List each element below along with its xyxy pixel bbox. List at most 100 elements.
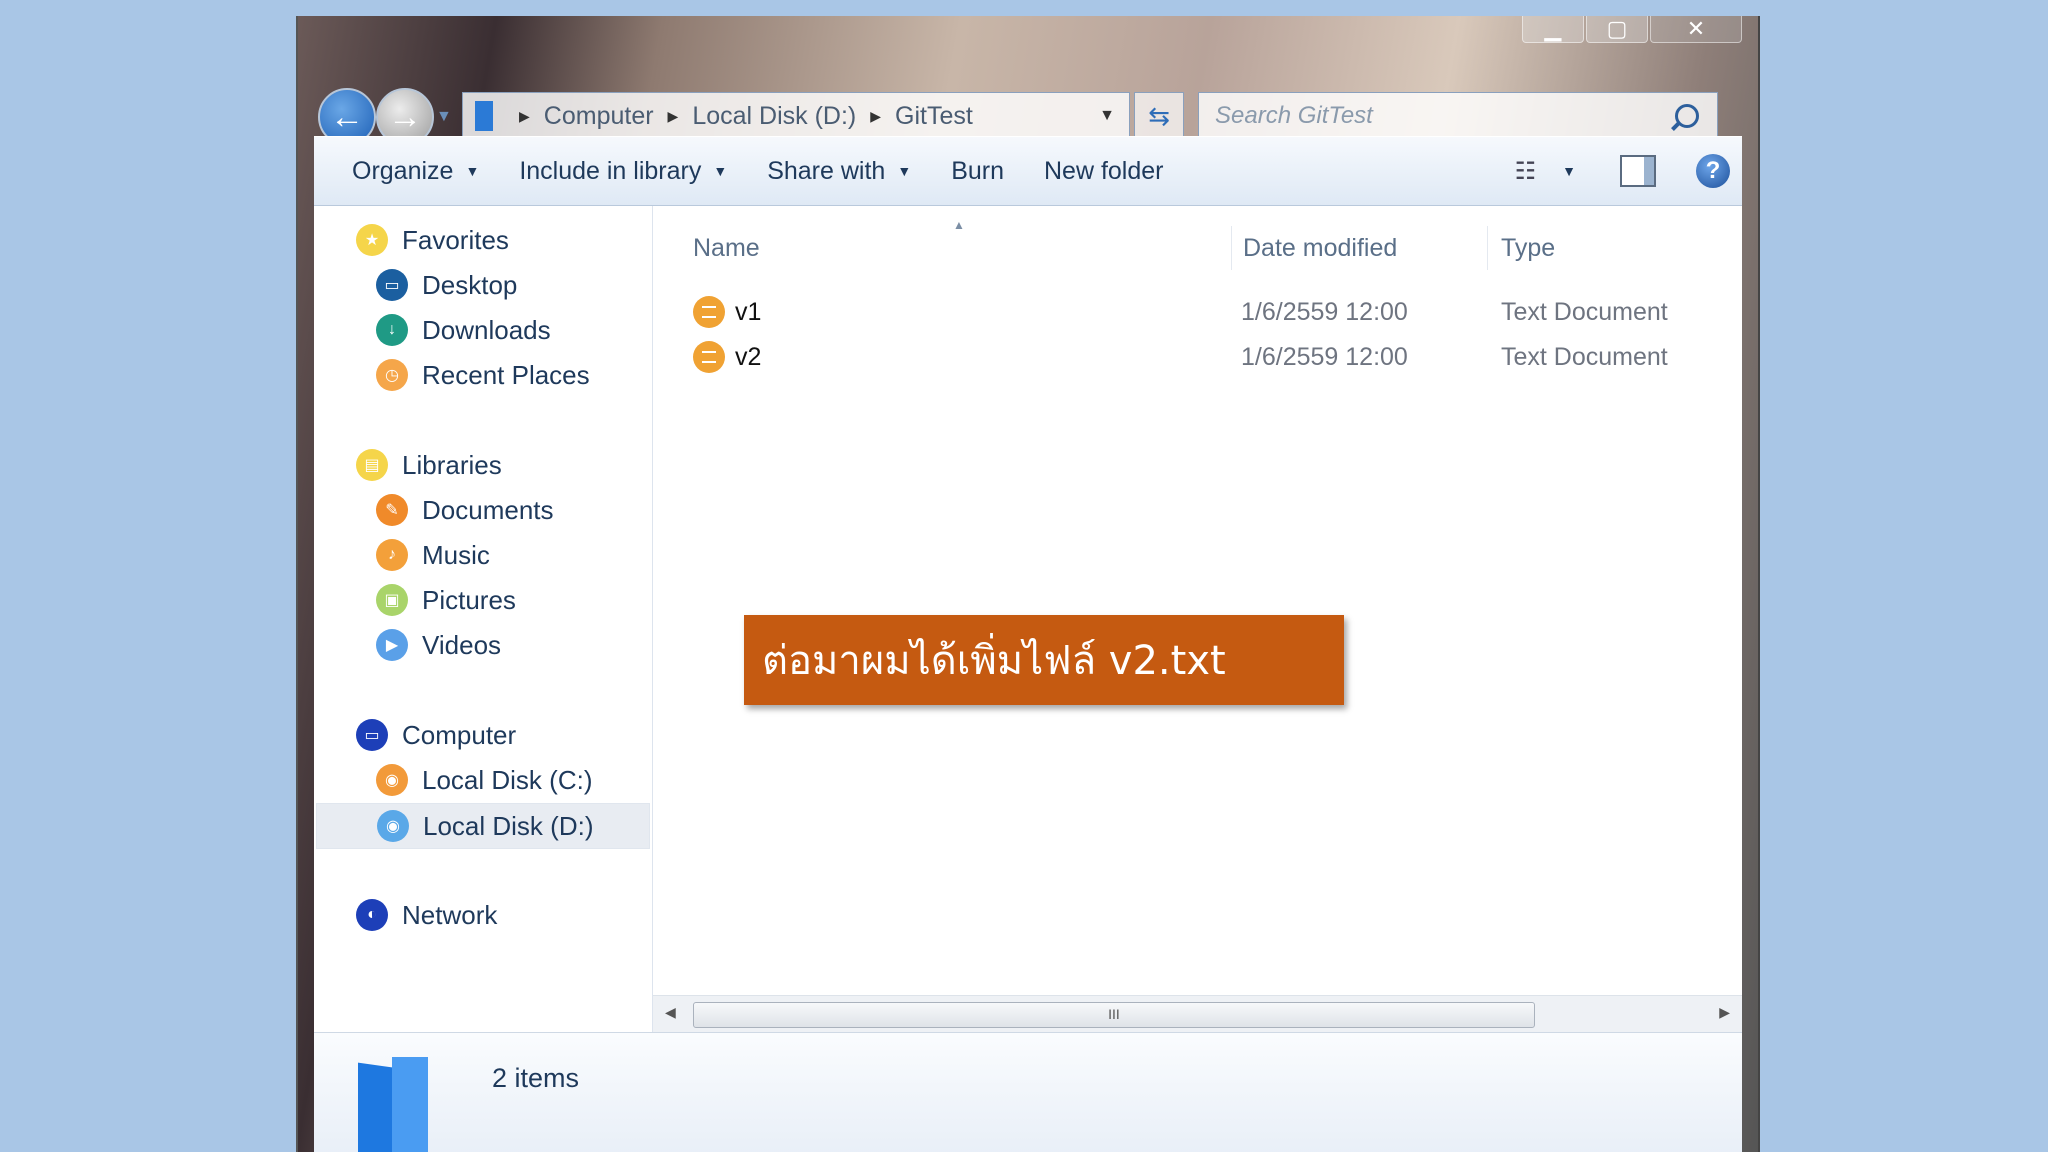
caption-callout: ต่อมาผมได้เพิ่มไฟล์ v2.txt <box>744 615 1344 705</box>
refresh-button[interactable]: ⇆ <box>1134 92 1184 140</box>
videos-icon: ▶ <box>376 629 408 661</box>
file-date: 1/6/2559 12:00 <box>1241 298 1408 326</box>
column-divider[interactable] <box>1231 226 1232 270</box>
explorer-window: ▁ ▢ ✕ ← → ▼ ▶ Computer ▶ Local Disk (D:)… <box>296 16 1760 1152</box>
star-icon: ★ <box>356 224 388 256</box>
sidebar-item-label: Downloads <box>422 314 551 345</box>
scroll-left-icon[interactable]: ◀ <box>665 1004 676 1021</box>
address-bar[interactable]: ▶ Computer ▶ Local Disk (D:) ▶ GitTest ▼ <box>462 92 1130 140</box>
command-bar: Organize ▼ Include in library ▼ Share wi… <box>314 136 1742 206</box>
sidebar-item-label: Music <box>422 539 490 570</box>
sidebar-item-videos[interactable]: ▶ Videos <box>376 625 501 665</box>
arrow-left-icon: ← <box>330 97 364 136</box>
sidebar-item-local-disk-d[interactable]: ◉ Local Disk (D:) <box>316 803 650 849</box>
sort-ascending-icon: ▲ <box>953 218 965 232</box>
close-button[interactable]: ✕ <box>1650 16 1742 43</box>
organize-button[interactable]: Organize ▼ <box>352 157 479 186</box>
text-document-icon <box>693 296 725 328</box>
file-name: v1 <box>735 297 762 326</box>
breadcrumb-gittest[interactable]: GitTest <box>895 102 973 131</box>
file-row-v2[interactable]: v2 <box>693 337 761 377</box>
sidebar-item-local-disk-c[interactable]: ◉ Local Disk (C:) <box>376 760 592 800</box>
pictures-icon: ▣ <box>376 584 408 616</box>
file-type: Text Document <box>1501 298 1668 326</box>
navigation-pane: ★ Favorites ▭ Desktop ↓ Downloads ◷ Rece… <box>314 206 653 1032</box>
desktop-icon: ▭ <box>376 269 408 301</box>
sidebar-item-documents[interactable]: ✎ Documents <box>376 490 554 530</box>
scrollbar-thumb[interactable]: III <box>693 1002 1535 1028</box>
search-box[interactable]: Search GitTest <box>1198 92 1718 140</box>
chevron-down-icon: ▼ <box>897 163 912 179</box>
organize-label: Organize <box>352 156 454 185</box>
share-with-label: Share with <box>767 156 886 185</box>
sidebar-item-network[interactable]: ◐ Network <box>356 895 497 935</box>
sidebar-item-pictures[interactable]: ▣ Pictures <box>376 580 516 620</box>
sidebar-item-favorites[interactable]: ★ Favorites <box>356 220 509 260</box>
chevron-right-icon[interactable]: ▶ <box>519 108 530 125</box>
folder-library-icon <box>358 1057 430 1152</box>
chevron-right-icon[interactable]: ▶ <box>668 108 679 125</box>
horizontal-scrollbar[interactable]: ◀ III ▶ <box>653 995 1742 1032</box>
views-dropdown-icon[interactable]: ▼ <box>1562 163 1576 179</box>
minimize-button[interactable]: ▁ <box>1522 16 1584 43</box>
breadcrumb-local-disk-d[interactable]: Local Disk (D:) <box>692 102 856 131</box>
share-with-button[interactable]: Share with ▼ <box>767 157 911 186</box>
column-divider[interactable] <box>1487 226 1488 270</box>
sidebar-item-label: Videos <box>422 629 502 660</box>
computer-icon: ▭ <box>356 719 388 751</box>
caption-buttons: ▁ ▢ ✕ <box>1522 16 1742 43</box>
libraries-icon: ▤ <box>356 449 388 481</box>
file-name: v2 <box>735 342 762 371</box>
scroll-right-icon[interactable]: ▶ <box>1719 1004 1730 1021</box>
sidebar-item-label: Recent Places <box>422 359 590 390</box>
sidebar-item-label: Local Disk (C:) <box>422 764 593 795</box>
sidebar-item-label: Pictures <box>422 584 516 615</box>
column-header-date-modified[interactable]: Date modified <box>1243 234 1397 263</box>
sidebar-item-downloads[interactable]: ↓ Downloads <box>376 310 551 350</box>
views-icon[interactable]: ☷ <box>1515 157 1537 186</box>
help-icon[interactable]: ? <box>1696 154 1730 188</box>
preview-pane-icon[interactable] <box>1620 155 1656 187</box>
disk-icon: ◉ <box>377 810 409 842</box>
sidebar-item-label: Local Disk (D:) <box>423 810 594 841</box>
new-folder-label: New folder <box>1044 156 1164 185</box>
sidebar-item-label: Libraries <box>402 449 502 480</box>
download-icon: ↓ <box>376 314 408 346</box>
breadcrumb-computer[interactable]: Computer <box>544 102 654 131</box>
sidebar-item-label: Computer <box>402 719 517 750</box>
file-date: 1/6/2559 12:00 <box>1241 343 1408 371</box>
column-header-type[interactable]: Type <box>1501 234 1555 263</box>
recent-pages-dropdown[interactable]: ▼ <box>436 108 452 126</box>
sidebar-item-music[interactable]: ♪ Music <box>376 535 490 575</box>
column-header-name[interactable]: Name <box>693 234 760 263</box>
search-input[interactable]: Search GitTest <box>1199 102 1675 130</box>
details-pane: 2 items <box>314 1032 1742 1152</box>
burn-button[interactable]: Burn <box>951 157 1004 186</box>
sidebar-item-computer[interactable]: ▭ Computer <box>356 715 516 755</box>
documents-icon: ✎ <box>376 494 408 526</box>
chevron-down-icon: ▼ <box>713 163 728 179</box>
sidebar-item-label: Favorites <box>402 224 509 255</box>
sidebar-item-recent-places[interactable]: ◷ Recent Places <box>376 355 590 395</box>
new-folder-button[interactable]: New folder <box>1044 157 1164 186</box>
music-icon: ♪ <box>376 539 408 571</box>
disk-icon: ◉ <box>376 764 408 796</box>
sidebar-item-label: Desktop <box>422 269 518 300</box>
search-icon[interactable] <box>1675 104 1699 128</box>
network-icon: ◐ <box>356 899 388 931</box>
chevron-down-icon: ▼ <box>465 163 480 179</box>
text-document-icon <box>693 341 725 373</box>
sidebar-item-libraries[interactable]: ▤ Libraries <box>356 445 502 485</box>
sidebar-item-desktop[interactable]: ▭ Desktop <box>376 265 517 305</box>
refresh-icon: ⇆ <box>1148 100 1170 131</box>
address-dropdown-icon[interactable]: ▼ <box>1099 107 1129 125</box>
file-type: Text Document <box>1501 343 1668 371</box>
include-in-library-label: Include in library <box>519 156 702 185</box>
file-row-v1[interactable]: v1 <box>693 292 761 332</box>
items-count: 2 items <box>492 1063 580 1093</box>
maximize-button[interactable]: ▢ <box>1586 16 1648 43</box>
sidebar-item-label: Network <box>402 899 498 930</box>
chevron-right-icon[interactable]: ▶ <box>870 108 881 125</box>
burn-label: Burn <box>951 156 1004 185</box>
include-in-library-button[interactable]: Include in library ▼ <box>519 157 727 186</box>
